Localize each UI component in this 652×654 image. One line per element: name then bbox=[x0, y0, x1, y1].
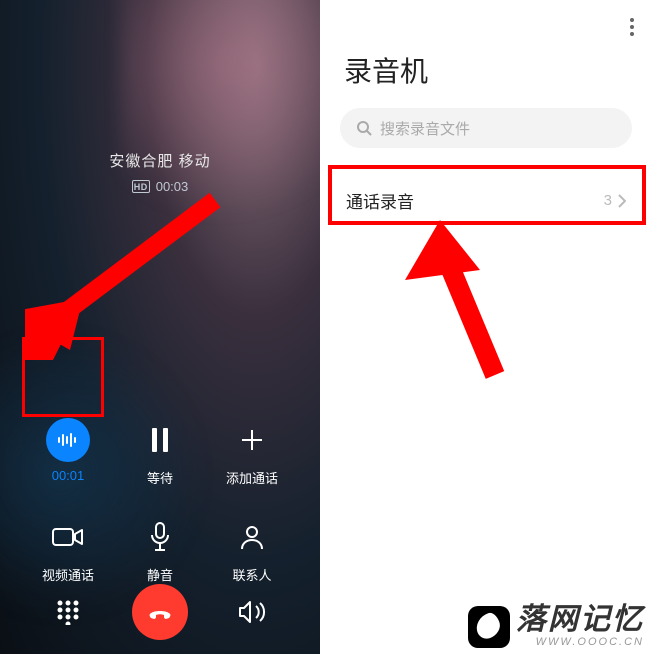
watermark: 落网记忆 WWW.OOOC.CN bbox=[468, 605, 644, 648]
contacts-label: 联系人 bbox=[232, 565, 271, 584]
contacts-button[interactable]: 联系人 bbox=[206, 515, 298, 584]
call-recordings-count: 3 bbox=[604, 192, 612, 209]
hangup-icon bbox=[145, 597, 175, 627]
speaker-button[interactable] bbox=[224, 584, 280, 640]
watermark-url: WWW.OOOC.CN bbox=[516, 637, 644, 648]
call-duration: 00:03 bbox=[156, 179, 189, 194]
hold-button[interactable]: 等待 bbox=[114, 418, 206, 487]
bottom-controls bbox=[0, 584, 320, 640]
video-call-button[interactable]: 视频通话 bbox=[22, 515, 114, 584]
call-recordings-item[interactable]: 通话录音 3 bbox=[332, 170, 640, 231]
record-timer: 00:01 bbox=[52, 468, 85, 483]
dialpad-button[interactable] bbox=[40, 584, 96, 640]
call-location: 安徽合肥 移动 bbox=[0, 150, 320, 171]
hold-label: 等待 bbox=[147, 468, 173, 487]
contacts-icon bbox=[230, 515, 274, 559]
video-icon bbox=[46, 515, 90, 559]
pause-icon bbox=[138, 418, 182, 462]
watermark-text: 落网记忆 bbox=[516, 605, 644, 635]
dialpad-icon bbox=[55, 599, 81, 625]
more-button[interactable] bbox=[622, 10, 642, 44]
mute-button[interactable]: 静音 bbox=[114, 515, 206, 584]
call-screen: 安徽合肥 移动 HD 00:03 bbox=[0, 0, 320, 654]
search-icon bbox=[356, 120, 372, 136]
search-placeholder: 搜索录音文件 bbox=[380, 118, 470, 139]
microphone-icon bbox=[138, 515, 182, 559]
add-call-button[interactable]: 添加通话 bbox=[206, 418, 298, 487]
mute-label: 静音 bbox=[147, 565, 173, 584]
speaker-icon bbox=[238, 600, 266, 624]
hd-badge: HD bbox=[132, 180, 150, 193]
call-controls: 00:01 等待 添加通话 bbox=[0, 418, 320, 584]
video-call-label: 视频通话 bbox=[42, 565, 94, 584]
call-info: 安徽合肥 移动 HD 00:03 bbox=[0, 150, 320, 194]
recorder-screen: 录音机 搜索录音文件 通话录音 3 bbox=[320, 0, 652, 654]
add-call-label: 添加通话 bbox=[226, 468, 278, 487]
call-timer-row: HD 00:03 bbox=[0, 179, 320, 194]
hangup-button[interactable] bbox=[132, 584, 188, 640]
record-icon bbox=[46, 418, 90, 462]
page-title: 录音机 bbox=[320, 0, 652, 108]
call-recordings-label: 通话录音 bbox=[346, 188, 414, 213]
search-input[interactable]: 搜索录音文件 bbox=[340, 108, 632, 148]
watermark-logo bbox=[468, 606, 510, 648]
record-button[interactable]: 00:01 bbox=[22, 418, 114, 487]
plus-icon bbox=[230, 418, 274, 462]
more-icon bbox=[622, 10, 642, 44]
chevron-right-icon bbox=[618, 194, 626, 208]
annotation-highlight-record bbox=[22, 337, 104, 417]
